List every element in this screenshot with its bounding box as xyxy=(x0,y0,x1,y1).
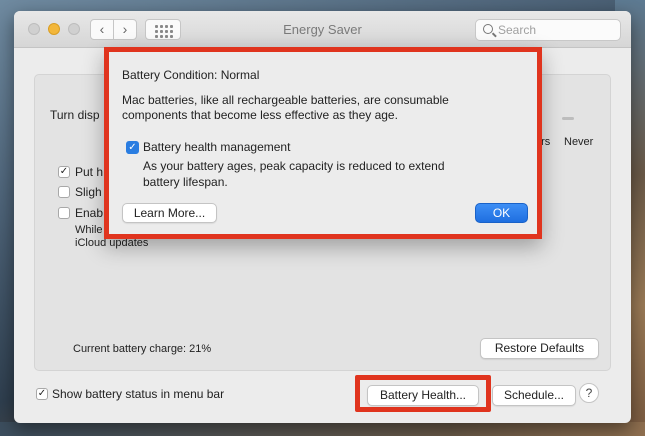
energy-saver-window: ‹ › Energy Saver Turn disp hrs Never ✓ P… xyxy=(14,11,631,423)
schedule-button[interactable]: Schedule... xyxy=(492,385,576,406)
search-input[interactable] xyxy=(498,22,616,38)
search-field[interactable] xyxy=(475,19,621,41)
battery-charge-text: Current battery charge: 21% xyxy=(73,343,212,355)
help-button[interactable]: ? xyxy=(579,383,599,403)
battery-health-button[interactable]: Battery Health... xyxy=(367,385,479,406)
slider-label-never: Never xyxy=(564,136,594,148)
battery-health-management-checkbox[interactable]: ✓ xyxy=(126,141,139,154)
battery-desc-line2: components that become less effective as… xyxy=(122,108,398,122)
option-checkbox-3[interactable] xyxy=(58,207,70,219)
option-label-3: Enab xyxy=(75,206,104,220)
battery-health-dialog: Battery Condition: Normal Mac batteries,… xyxy=(104,47,542,239)
show-battery-status-checkbox[interactable]: ✓ xyxy=(36,388,48,400)
management-desc-line2: battery lifespan. xyxy=(143,175,228,189)
option-checkbox-1[interactable]: ✓ xyxy=(58,166,70,178)
desktop-wallpaper-bottom xyxy=(0,422,645,436)
turn-display-off-label: Turn disp xyxy=(50,108,100,122)
option-checkbox-2[interactable] xyxy=(58,186,70,198)
option-label-1: Put h xyxy=(75,165,104,179)
battery-desc-line1: Mac batteries, like all rechargeable bat… xyxy=(122,93,449,107)
search-icon xyxy=(483,24,493,34)
battery-health-management-label: Battery health management xyxy=(143,140,291,154)
ok-button[interactable]: OK xyxy=(475,203,528,223)
display-sleep-slider[interactable] xyxy=(562,117,574,120)
show-battery-status-label: Show battery status in menu bar xyxy=(52,387,225,401)
management-desc-line1: As your battery ages, peak capacity is r… xyxy=(143,159,445,173)
battery-condition-text: Battery Condition: Normal xyxy=(122,68,260,82)
enable-note-line1: While xyxy=(75,224,103,236)
option-label-2: Sligh xyxy=(75,185,102,199)
learn-more-button[interactable]: Learn More... xyxy=(122,203,217,223)
title-bar: ‹ › Energy Saver xyxy=(14,11,631,48)
restore-defaults-button[interactable]: Restore Defaults xyxy=(480,338,599,359)
